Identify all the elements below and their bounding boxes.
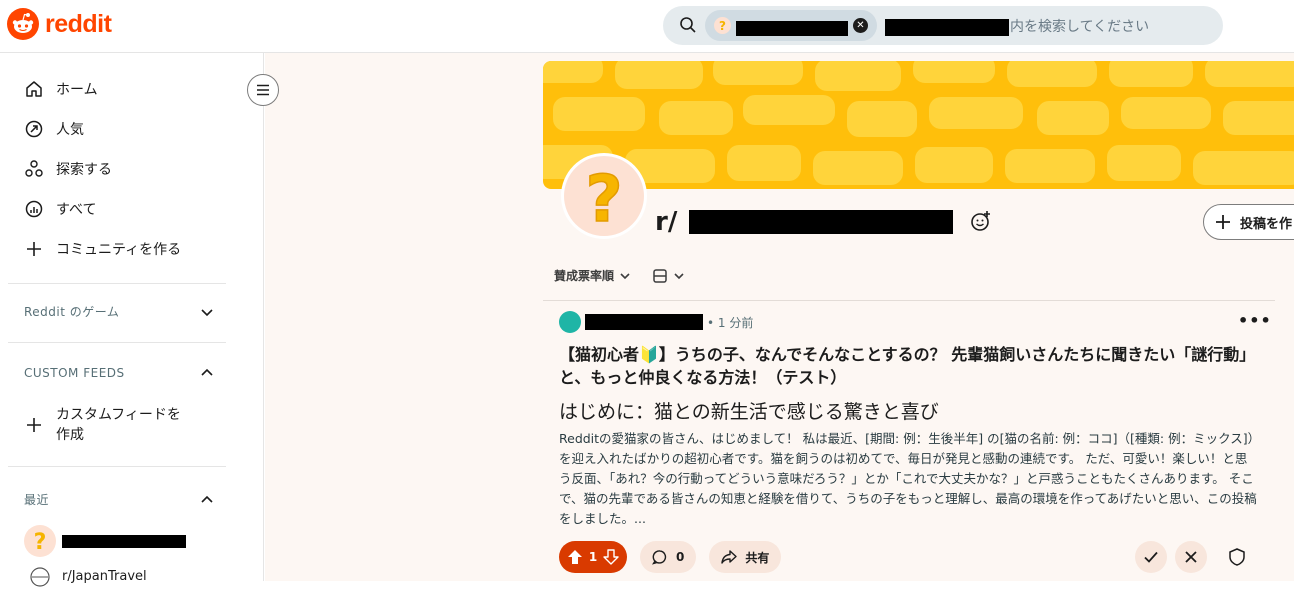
- vote-control: 1: [559, 541, 627, 573]
- recent-item-japantravel[interactable]: r/JapanTravel: [24, 561, 234, 591]
- search-icon: [680, 17, 696, 33]
- upvote-icon[interactable]: [567, 549, 583, 565]
- redacted-subreddit-title: [689, 210, 953, 234]
- share-button[interactable]: 共有: [709, 541, 782, 573]
- sidebar-item-create-community[interactable]: コミュニティを作る: [24, 229, 234, 269]
- all-icon: [24, 199, 56, 219]
- post-body-heading: はじめに：猫との新生活で感じる驚きと喜び: [559, 401, 939, 423]
- sort-bar: 賛成票率順: [554, 267, 686, 284]
- create-post-label: 投稿を作: [1240, 216, 1293, 232]
- top-bar: reddit ? ✕ 内を検索してください: [0, 0, 1294, 53]
- redacted-author-name: [585, 314, 703, 330]
- subreddit-avatar: ?: [561, 153, 647, 239]
- menu-icon: [257, 84, 269, 96]
- share-label: 共有: [745, 550, 770, 565]
- collapse-sidebar-button[interactable]: [247, 74, 279, 106]
- comment-icon: [652, 550, 667, 565]
- chevron-down-icon: [201, 308, 213, 316]
- home-icon: [24, 79, 56, 99]
- custom-feeds-title: CUSTOM FEEDS: [24, 366, 125, 380]
- plus-icon: [24, 415, 56, 435]
- more-options-icon[interactable]: •••: [1238, 311, 1272, 330]
- recent-section-title: 最近: [24, 493, 50, 507]
- sidebar-divider: [8, 283, 226, 284]
- question-mark-icon: ?: [714, 17, 731, 34]
- sort-dropdown-label[interactable]: 賛成票率順: [554, 267, 614, 284]
- checkmark-icon: [1144, 551, 1158, 563]
- post-title[interactable]: 【猫初心者🔰】うちの子、なんでそんなことするの？ 先輩猫飼いさんたちに聞きたい「…: [559, 343, 1259, 389]
- games-section-title: Reddit のゲーム: [24, 305, 120, 319]
- sidebar-divider: [8, 342, 226, 343]
- sidebar-item-label: 人気: [56, 122, 84, 138]
- mod-shield-button[interactable]: [1221, 541, 1253, 573]
- author-avatar[interactable]: [559, 311, 581, 333]
- logo-text: reddit: [45, 9, 112, 38]
- chevron-up-icon: [201, 495, 213, 503]
- create-custom-feed[interactable]: カスタムフィードを 作成: [24, 403, 234, 447]
- chevron-up-icon: [201, 368, 213, 376]
- remove-button[interactable]: [1175, 541, 1207, 573]
- sidebar-item-label: すべて: [56, 202, 97, 218]
- share-icon: [721, 550, 738, 564]
- clear-scope-icon[interactable]: ✕: [853, 18, 868, 33]
- sidebar-item-home[interactable]: ホーム: [24, 69, 234, 109]
- post-body-text: Redditの愛猫家の皆さん、はじめまして！ 私は最近、[期間: 例：生後半年]…: [559, 431, 1257, 526]
- approve-button[interactable]: [1135, 541, 1167, 573]
- explore-icon: [24, 159, 56, 179]
- comments-button[interactable]: 0: [640, 541, 697, 573]
- search-scope-chip[interactable]: ? ✕: [705, 10, 877, 41]
- plus-icon: [1216, 215, 1230, 229]
- sidebar-item-label: 探索する: [56, 162, 112, 178]
- redacted-placeholder-text: [885, 19, 1009, 36]
- reddit-snoo-icon: [7, 8, 39, 40]
- search-placeholder: 内を検索してください: [1010, 19, 1150, 35]
- close-icon: [1185, 551, 1197, 563]
- chevron-down-icon[interactable]: [672, 269, 686, 283]
- recent-section-header[interactable]: 最近: [24, 491, 214, 508]
- popular-icon: [24, 119, 56, 139]
- custom-feeds-section-header[interactable]: CUSTOM FEEDS: [24, 366, 214, 380]
- subreddit-name: r/: [655, 207, 677, 237]
- subreddit-banner: [543, 61, 1294, 189]
- redacted-subreddit-name: [736, 21, 848, 36]
- sidebar-item-popular[interactable]: 人気: [24, 109, 234, 149]
- search-bar[interactable]: ? ✕ 内を検索してください: [663, 6, 1223, 45]
- sidebar-item-explore[interactable]: 探索する: [24, 149, 234, 189]
- question-mark-icon: ?: [585, 163, 624, 229]
- sidebar-item-label: ホーム: [56, 82, 98, 98]
- svg-text:?: ?: [34, 530, 47, 555]
- create-custom-feed-label: カスタムフィードを 作成: [56, 407, 181, 443]
- post-timestamp: • 1 分前: [707, 315, 754, 330]
- shield-icon: [1229, 548, 1245, 566]
- join-community-icon[interactable]: [970, 210, 992, 232]
- post-card[interactable]: • 1 分前 ••• 【猫初心者🔰】うちの子、なんでそんなことするの？ 先輩猫飼…: [543, 301, 1275, 586]
- sidebar-item-all[interactable]: すべて: [24, 189, 234, 229]
- downvote-icon[interactable]: [603, 549, 619, 565]
- redacted-recent-name: [62, 535, 186, 548]
- reddit-logo[interactable]: reddit: [7, 8, 112, 40]
- left-sidebar: ホーム 人気 探索する すべて コミュニティを作る Reddit のゲーム CU…: [0, 53, 264, 587]
- chevron-down-icon[interactable]: [618, 269, 632, 283]
- speech-bubble-pattern: [543, 61, 1294, 185]
- community-avatar-icon: [30, 567, 50, 587]
- sidebar-divider: [8, 466, 226, 467]
- sidebar-item-label: コミュニティを作る: [56, 242, 182, 258]
- post-actions: 1 0 共有: [559, 541, 782, 573]
- create-post-button[interactable]: 投稿を作: [1203, 204, 1294, 240]
- comment-count: 0: [676, 550, 685, 564]
- subreddit-prefix: r/: [655, 207, 678, 237]
- recent-item-redacted[interactable]: ?: [24, 521, 234, 561]
- main-content: ? r/ 投稿を作 賛成票率順 • 1 分前 ••• 【猫初心者🔰】うちの子、な…: [265, 53, 1294, 581]
- games-section-header[interactable]: Reddit のゲーム: [24, 303, 214, 320]
- post-meta: • 1 分前: [559, 311, 753, 333]
- svg-text:?: ?: [585, 163, 622, 229]
- svg-text:?: ?: [719, 19, 726, 33]
- vote-count: 1: [588, 550, 598, 564]
- recent-item-label: r/JapanTravel: [62, 568, 147, 584]
- question-mark-icon: ?: [24, 525, 56, 557]
- plus-icon: [24, 239, 56, 259]
- view-layout-icon[interactable]: [652, 268, 668, 284]
